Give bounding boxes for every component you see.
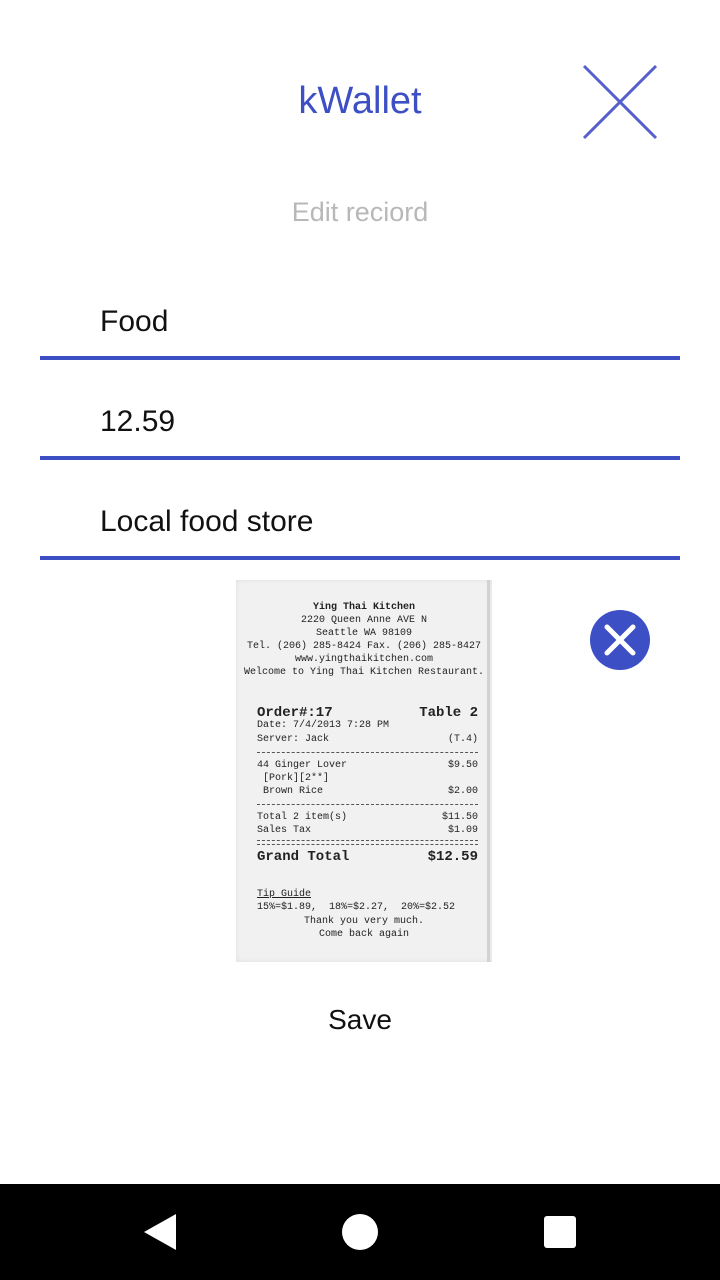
receipt-tip-title: Tip Guide [257, 889, 312, 900]
receipt-divider [257, 804, 478, 805]
category-input[interactable] [100, 302, 660, 342]
receipt-item-name: 44 Ginger Lover [257, 760, 348, 771]
description-input[interactable] [100, 502, 660, 542]
receipt-item-name: [Pork][2**] [257, 773, 330, 784]
remove-image-button[interactable] [590, 610, 650, 670]
receipt-tip-line: 15%=$1.89, 18%=$2.27, 20%=$2.52 [257, 902, 456, 913]
receipt-server: Server: Jack [257, 734, 330, 745]
receipt-total-value: $11.50 [441, 812, 478, 823]
description-field-container [40, 464, 680, 560]
receipt-date: Date: 7/4/2013 7:28 PM [257, 720, 390, 731]
receipt-come-back: Come back again [318, 929, 409, 940]
recents-icon [544, 1216, 576, 1248]
close-button[interactable] [578, 60, 662, 144]
close-icon [582, 64, 658, 140]
receipt-phone: Tel. (206) 285-8424 Fax. (206) 285-8427 [246, 641, 482, 652]
receipt-order-number: Order#:17 [257, 705, 333, 721]
receipt-divider [257, 752, 478, 753]
receipt-image[interactable]: Ying Thai Kitchen 2220 Queen Anne AVE N … [236, 580, 492, 962]
receipt-item-name: Brown Rice [257, 786, 324, 797]
remove-image-icon [604, 624, 636, 656]
receipt-grand-total-value: $12.59 [427, 849, 478, 865]
category-field-container [40, 264, 680, 360]
save-button[interactable]: Save [290, 998, 430, 1042]
receipt-double-divider [257, 840, 478, 845]
receipt-item-price: $9.50 [447, 760, 478, 771]
receipt-table: Table 2 [419, 705, 478, 721]
receipt-table-code: (T.4) [447, 734, 478, 745]
receipt-tax-label: Sales Tax [257, 825, 312, 836]
back-button[interactable] [132, 1204, 188, 1260]
recents-button[interactable] [532, 1204, 588, 1260]
receipt-address: 2220 Queen Anne AVE N [300, 615, 428, 626]
back-icon [144, 1214, 176, 1250]
amount-field-container [40, 364, 680, 460]
amount-input[interactable] [100, 402, 660, 442]
receipt-tax-value: $1.09 [447, 825, 478, 836]
receipt-thanks: Thank you very much. [303, 916, 425, 927]
receipt-website: www.yingthaikitchen.com [294, 654, 434, 665]
receipt-item-price: $2.00 [447, 786, 478, 797]
receipt-city: Seattle WA 98109 [315, 628, 412, 639]
edit-record-screen: kWallet Edit reciord Ying Thai Kitchen 2… [0, 0, 720, 1280]
receipt-total-label: Total 2 item(s) [257, 812, 348, 823]
system-navigation-bar [0, 1184, 720, 1280]
home-button[interactable] [332, 1204, 388, 1260]
receipt-welcome: Welcome to Ying Thai Kitchen Restaurant. [243, 667, 485, 678]
receipt-grand-total-label: Grand Total [257, 849, 350, 865]
receipt-restaurant-name: Ying Thai Kitchen [312, 602, 416, 613]
home-icon [342, 1214, 378, 1250]
page-subtitle: Edit reciord [291, 197, 429, 227]
